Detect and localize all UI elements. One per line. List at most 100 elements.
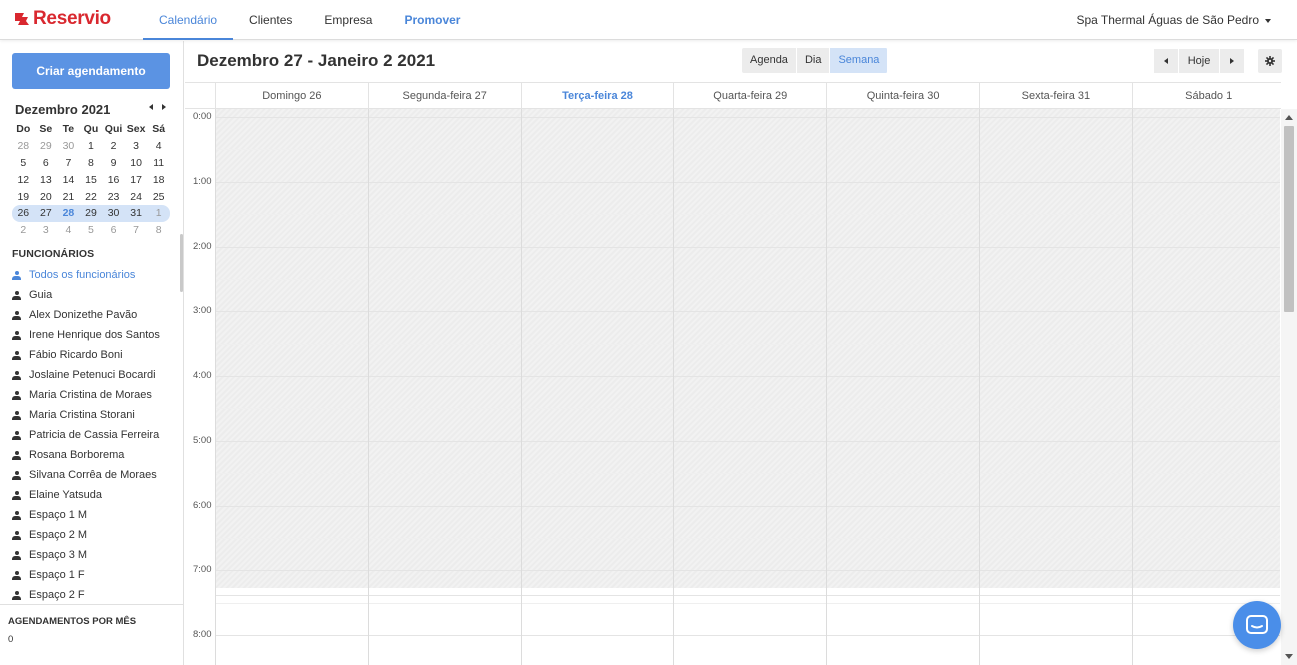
mini-calendar-day[interactable]: 30 bbox=[57, 140, 80, 152]
scroll-down-icon[interactable] bbox=[1285, 654, 1293, 659]
scroll-thumb[interactable] bbox=[1284, 126, 1294, 312]
mini-calendar-day[interactable]: 22 bbox=[80, 191, 103, 203]
mini-calendar-week[interactable]: 2345678 bbox=[12, 222, 170, 239]
mini-calendar-day[interactable]: 26 bbox=[12, 207, 35, 219]
mini-calendar-day[interactable]: 5 bbox=[12, 157, 35, 169]
prev-month-icon[interactable] bbox=[149, 104, 153, 110]
mini-calendar-day[interactable]: 6 bbox=[35, 157, 58, 169]
mini-calendar-day[interactable]: 1 bbox=[147, 207, 170, 219]
day-column-divider bbox=[826, 109, 828, 665]
staff-item[interactable]: Espaço 2 M bbox=[12, 525, 177, 545]
next-month-icon[interactable] bbox=[162, 104, 166, 110]
nav-calendario[interactable]: Calendário bbox=[143, 0, 234, 40]
view-week-button[interactable]: Semana bbox=[830, 48, 889, 73]
mini-calendar-day[interactable]: 3 bbox=[125, 140, 148, 152]
staff-item[interactable]: Rosana Borborema bbox=[12, 445, 177, 465]
weekday-label: Do bbox=[16, 123, 31, 136]
mini-calendar-week[interactable]: 12 13 14 15 16 17 18 bbox=[12, 171, 170, 188]
mini-calendar-day[interactable]: 4 bbox=[147, 140, 170, 152]
mini-calendar-day[interactable]: 18 bbox=[147, 174, 170, 186]
staff-item[interactable]: Alex Donizethe Pavão bbox=[12, 305, 177, 325]
day-header-wednesday[interactable]: Quarta-feira 29 bbox=[673, 83, 826, 108]
mini-calendar-day[interactable]: 12 bbox=[12, 174, 35, 186]
day-header-monday[interactable]: Segunda-feira 27 bbox=[367, 83, 521, 108]
next-week-button[interactable] bbox=[1220, 49, 1245, 73]
day-header-tuesday[interactable]: Terça-feira 28 bbox=[520, 83, 674, 108]
mini-calendar-day[interactable]: 3 bbox=[35, 224, 58, 236]
reservio-logo[interactable]: Reservio bbox=[14, 8, 111, 30]
mini-calendar-day[interactable]: 29 bbox=[80, 207, 103, 219]
mini-calendar-week[interactable]: 5 6 7 8 9 10 11 bbox=[12, 155, 170, 172]
calendar-scrollbar[interactable] bbox=[1281, 109, 1297, 665]
user-icon bbox=[12, 570, 21, 580]
mini-calendar-day[interactable]: 2 bbox=[12, 224, 35, 236]
settings-button[interactable] bbox=[1258, 49, 1282, 73]
mini-calendar-week[interactable]: 19 20 21 22 23 24 25 bbox=[12, 188, 170, 205]
scroll-up-icon[interactable] bbox=[1285, 115, 1293, 120]
mini-calendar-day[interactable]: 17 bbox=[125, 174, 148, 186]
view-day-button[interactable]: Dia bbox=[796, 48, 831, 73]
chat-button[interactable] bbox=[1233, 601, 1281, 649]
mini-calendar-week[interactable]: 28 29 30 1 2 3 4 bbox=[12, 138, 170, 155]
week-grid[interactable] bbox=[215, 109, 1286, 665]
mini-calendar-week[interactable]: 26 27 28 29 30 31 1 bbox=[12, 204, 170, 222]
staff-item[interactable]: Espaço 1 M bbox=[12, 505, 177, 525]
staff-item[interactable]: Patricia de Cassia Ferreira bbox=[12, 425, 177, 445]
staff-item[interactable]: Espaço 3 M bbox=[12, 545, 177, 565]
staff-item[interactable]: Espaço 1 F bbox=[12, 565, 177, 585]
mini-calendar-day[interactable]: 25 bbox=[147, 191, 170, 203]
staff-item[interactable]: Maria Cristina de Moraes bbox=[12, 385, 177, 405]
mini-calendar-day[interactable]: 28 bbox=[12, 140, 35, 152]
nav-clientes[interactable]: Clientes bbox=[233, 0, 308, 40]
mini-calendar-day[interactable]: 8 bbox=[147, 224, 170, 236]
staff-item[interactable]: Espaço 2 F bbox=[12, 585, 177, 605]
staff-item[interactable]: Joslaine Petenuci Bocardi bbox=[12, 365, 177, 385]
staff-item[interactable]: Elaine Yatsuda bbox=[12, 485, 177, 505]
today-button[interactable]: Hoje bbox=[1179, 49, 1220, 73]
mini-calendar-day[interactable]: 16 bbox=[102, 174, 125, 186]
nav-promover[interactable]: Promover bbox=[388, 0, 476, 40]
staff-item[interactable]: Fábio Ricardo Boni bbox=[12, 345, 177, 365]
staff-item[interactable]: Silvana Corrêa de Moraes bbox=[12, 465, 177, 485]
day-header-saturday[interactable]: Sábado 1 bbox=[1131, 83, 1285, 108]
mini-calendar-day[interactable]: 6 bbox=[102, 224, 125, 236]
nav-empresa[interactable]: Empresa bbox=[308, 0, 388, 40]
mini-calendar-day[interactable]: 10 bbox=[125, 157, 148, 169]
mini-calendar-day[interactable]: 19 bbox=[12, 191, 35, 203]
mini-calendar-day[interactable]: 29 bbox=[35, 140, 58, 152]
staff-item[interactable]: Guia bbox=[12, 285, 177, 305]
mini-calendar-day[interactable]: 24 bbox=[125, 191, 148, 203]
mini-calendar-day[interactable]: 20 bbox=[35, 191, 58, 203]
staff-item[interactable]: Irene Henrique dos Santos bbox=[12, 325, 177, 345]
staff-name: Espaço 2 F bbox=[29, 589, 85, 601]
mini-calendar-day[interactable]: 23 bbox=[102, 191, 125, 203]
mini-calendar-day[interactable]: 7 bbox=[57, 157, 80, 169]
mini-calendar-day[interactable]: 31 bbox=[125, 207, 148, 219]
mini-calendar-day[interactable]: 1 bbox=[80, 140, 103, 152]
hour-label: 3:00 bbox=[193, 305, 212, 317]
mini-calendar-day[interactable]: 30 bbox=[102, 207, 125, 219]
mini-calendar-day[interactable]: 9 bbox=[102, 157, 125, 169]
account-dropdown[interactable]: Spa Thermal Águas de São Pedro bbox=[1076, 0, 1271, 40]
mini-calendar-day[interactable]: 27 bbox=[35, 207, 58, 219]
day-header-sunday[interactable]: Domingo 26 bbox=[215, 83, 368, 108]
mini-calendar-day[interactable]: 13 bbox=[35, 174, 58, 186]
day-header-thursday[interactable]: Quinta-feira 30 bbox=[826, 83, 979, 108]
mini-calendar-day[interactable]: 5 bbox=[80, 224, 103, 236]
staff-item[interactable]: Maria Cristina Storani bbox=[12, 405, 177, 425]
mini-calendar-day[interactable]: 2 bbox=[102, 140, 125, 152]
mini-calendar-day[interactable]: 21 bbox=[57, 191, 80, 203]
staff-item[interactable]: Todos os funcionários bbox=[12, 265, 177, 285]
mini-calendar-day[interactable]: 8 bbox=[80, 157, 103, 169]
mini-calendar-day[interactable]: 15 bbox=[80, 174, 103, 186]
view-agenda-button[interactable]: Agenda bbox=[742, 48, 797, 73]
mini-calendar-day[interactable]: 28 bbox=[57, 207, 80, 219]
prev-week-button[interactable] bbox=[1154, 49, 1179, 73]
day-header-friday[interactable]: Sexta-feira 31 bbox=[978, 83, 1132, 108]
mini-calendar-day[interactable]: 14 bbox=[57, 174, 80, 186]
mini-calendar-day[interactable]: 4 bbox=[57, 224, 80, 236]
mini-calendar-day[interactable]: 11 bbox=[147, 157, 170, 169]
sidebar-scrollbar[interactable] bbox=[180, 234, 183, 292]
mini-calendar-day[interactable]: 7 bbox=[125, 224, 148, 236]
create-appointment-button[interactable]: Criar agendamento bbox=[12, 53, 170, 89]
